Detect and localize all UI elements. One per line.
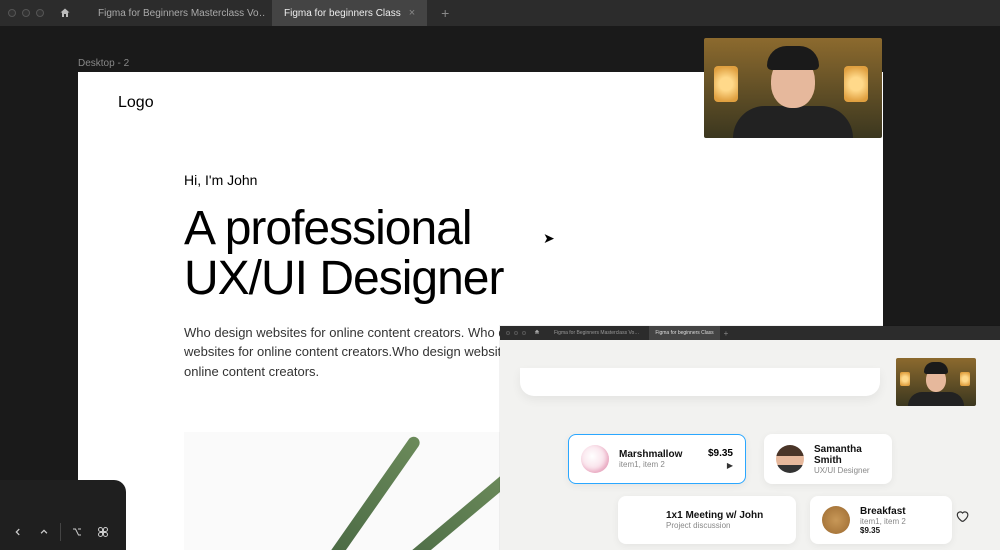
window-titlebar: Figma for Beginners Masterclass Vo… Figm… (0, 0, 1000, 26)
search-bar-placeholder (520, 368, 880, 396)
play-icon[interactable]: ▶ (708, 461, 733, 470)
minimize-window-icon[interactable] (22, 9, 30, 17)
traffic-dot (522, 331, 526, 335)
lamp-glow (900, 372, 910, 386)
close-tab-icon[interactable]: × (409, 7, 415, 19)
tab-label: Figma for Beginners Masterclass Vo… (98, 8, 266, 19)
card-price: $9.35 (860, 526, 940, 535)
presenter-webcam (704, 38, 882, 138)
presenter-cap (924, 362, 948, 374)
card-title: Marshmallow (619, 449, 698, 460)
lamp-glow (960, 372, 970, 386)
secondary-view-thumbnail: Figma for Beginners Masterclass Vo… Figm… (500, 326, 1000, 550)
option-key-icon[interactable] (65, 520, 89, 544)
figma-workspace[interactable]: Desktop - 2 Logo ontact Hi, I'm John A p… (0, 26, 1000, 550)
traffic-lights (8, 9, 44, 17)
card-marshmallow[interactable]: Marshmallow item1, item 2 $9.35 ▶ (568, 434, 746, 484)
presenter-cap (767, 46, 819, 70)
hero-headline: A professional UX/UI Designer (184, 204, 598, 305)
logo-text: Logo (118, 94, 154, 112)
card-breakfast[interactable]: Breakfast item1, item 2 $9.35 (810, 496, 952, 544)
command-key-icon[interactable] (91, 520, 115, 544)
presenter-body (908, 392, 964, 406)
card-subtitle: item1, item 2 (860, 517, 940, 526)
home-icon[interactable] (58, 6, 72, 20)
tab-masterclass[interactable]: Figma for Beginners Masterclass Vo… (86, 0, 266, 26)
tab-label: Figma for beginners Class (284, 8, 401, 19)
tab-beginners-class[interactable]: Figma for beginners Class × (272, 0, 427, 26)
card-price: $9.35 (708, 448, 733, 459)
card-subtitle: item1, item 2 (619, 460, 698, 469)
toolbar-divider (60, 523, 61, 541)
thumb-canvas: Marshmallow item1, item 2 $9.35 ▶ Samant… (500, 340, 1000, 550)
card-subtitle: Project discussion (666, 521, 784, 530)
traffic-dot (514, 331, 518, 335)
lamp-glow (844, 66, 868, 102)
presenter-body (733, 106, 853, 138)
headline-line1: A professional (184, 202, 472, 255)
traffic-dot (506, 331, 510, 335)
card-meeting[interactable]: 1x1 Meeting w/ John Project discussion (618, 496, 796, 544)
hero-subtext: Who design websites for online content c… (184, 323, 544, 382)
chevron-left-icon[interactable] (6, 520, 30, 544)
card-title: Samantha Smith (814, 444, 880, 466)
thumb-tab-active: Figma for beginners Class (649, 326, 719, 340)
close-window-icon[interactable] (8, 9, 16, 17)
thumb-add-tab: + (724, 329, 729, 338)
lamp-glow (714, 66, 738, 102)
heart-icon[interactable] (954, 508, 970, 524)
headline-line2: UX/UI Designer (184, 252, 503, 305)
thumb-tab: Figma for Beginners Masterclass Vo… (548, 330, 645, 336)
thumb-home-icon (534, 329, 540, 337)
marshmallow-icon (581, 445, 609, 473)
breakfast-icon (822, 506, 850, 534)
chevron-up-icon[interactable] (32, 520, 56, 544)
card-title: Breakfast (860, 506, 940, 517)
frame-label[interactable]: Desktop - 2 (78, 58, 129, 69)
card-samantha[interactable]: Samantha Smith UX/UI Designer (764, 434, 892, 484)
thumb-titlebar: Figma for Beginners Masterclass Vo… Figm… (500, 326, 1000, 340)
card-title: 1x1 Meeting w/ John (666, 510, 784, 521)
cursor-icon: ➤ (543, 230, 555, 247)
add-tab-button[interactable]: + (433, 5, 457, 21)
maximize-window-icon[interactable] (36, 9, 44, 17)
avatar-icon (776, 445, 804, 473)
hero-greeting: Hi, I'm John (184, 172, 598, 188)
card-subtitle: UX/UI Designer (814, 466, 880, 475)
plant-leaf (286, 434, 422, 550)
thumb-presenter-webcam (896, 358, 976, 406)
floating-toolbar (0, 480, 126, 550)
